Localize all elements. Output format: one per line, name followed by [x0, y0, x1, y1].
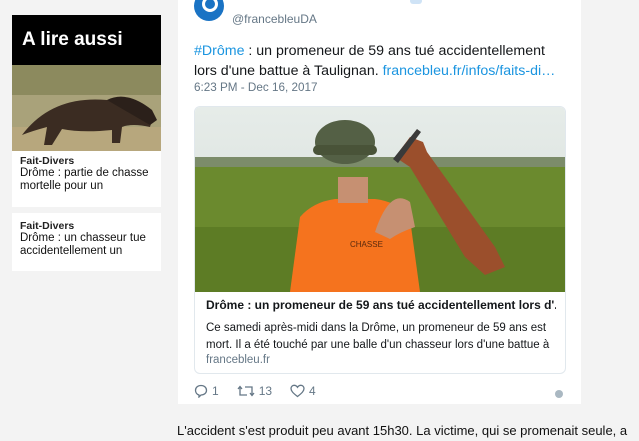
like-count: 4: [309, 384, 316, 398]
tweet-timestamp[interactable]: 6:23 PM - Dec 16, 2017: [194, 81, 317, 94]
article-paragraph: L'accident s'est produit peu avant 15h30…: [177, 423, 628, 438]
sidebar-heading: A lire aussi: [22, 29, 123, 50]
heart-icon: [290, 384, 305, 398]
tweet-actions: 1 13 4: [194, 383, 334, 399]
retweet-button[interactable]: 13: [237, 384, 272, 398]
link-card-description: Ce samedi après-midi dans la Drôme, un p…: [206, 322, 550, 351]
article-title[interactable]: Drôme : partie de chasse mortelle pour u…: [20, 167, 153, 193]
link-card-title[interactable]: Drôme : un promeneur de 59 ans tué accid…: [206, 298, 556, 312]
reply-button[interactable]: 1: [194, 384, 219, 398]
like-button[interactable]: 4: [290, 384, 316, 398]
boar-thumbnail-image[interactable]: [12, 65, 161, 151]
embedded-tweet: @francebleuDA #Drôme : un promeneur de 5…: [178, 0, 581, 404]
link-card-domain: francebleu.fr: [206, 354, 270, 366]
article-category: Fait-Divers: [20, 220, 75, 232]
list-item[interactable]: Fait-Divers Drôme : partie de chasse mor…: [12, 151, 161, 207]
reply-count: 1: [212, 384, 219, 398]
avatar[interactable]: [194, 0, 224, 21]
related-articles-sidebar: A lire aussi Fait-Divers Drôme : partie …: [12, 15, 161, 271]
sidebar-heading-bar: A lire aussi: [12, 15, 161, 65]
hunter-photo-image: CHASSE: [195, 107, 565, 292]
info-icon[interactable]: [555, 390, 563, 398]
account-name-fragment: [410, 0, 422, 4]
article-category: Fait-Divers: [20, 155, 75, 167]
reply-icon: [194, 384, 208, 398]
france-bleu-logo-icon: [202, 0, 218, 12]
retweet-count: 13: [258, 384, 273, 398]
svg-text:CHASSE: CHASSE: [350, 240, 383, 249]
retweet-icon: [237, 385, 255, 397]
tweet-url-link[interactable]: francebleu.fr/infos/faits-di…: [383, 63, 556, 79]
tweet-text: #Drôme : un promeneur de 59 ans tué acci…: [194, 41, 569, 81]
tweet-handle[interactable]: @francebleuDA: [232, 12, 317, 26]
link-preview-card[interactable]: CHASSE Drôme : un promeneur de 59 ans tu…: [194, 106, 566, 374]
article-title[interactable]: Drôme : un chasseur tue accidentellement…: [20, 232, 153, 258]
list-item[interactable]: Fait-Divers Drôme : un chasseur tue acci…: [12, 213, 161, 271]
hashtag-link[interactable]: #Drôme: [194, 43, 244, 59]
